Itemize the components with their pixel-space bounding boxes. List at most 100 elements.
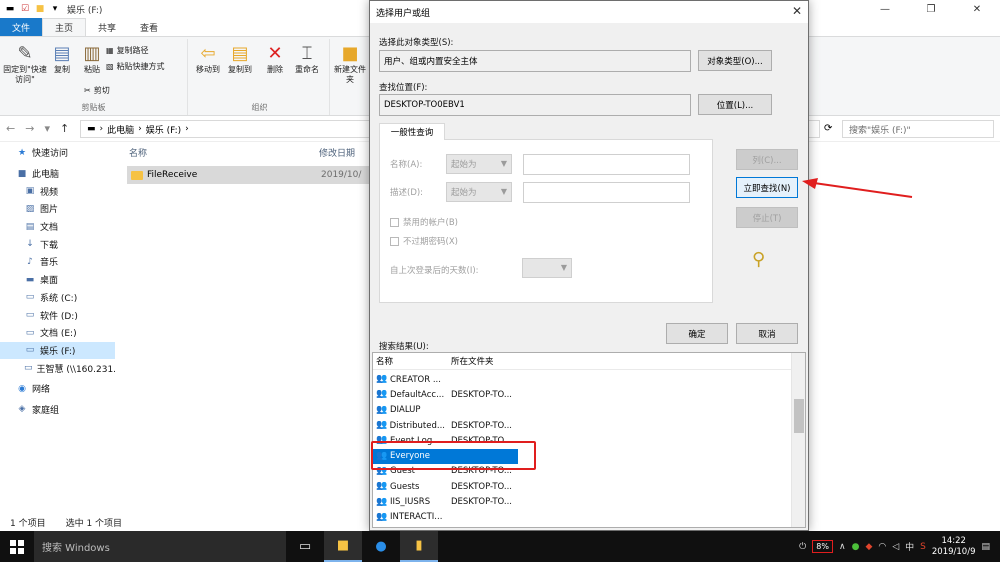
wechat-icon[interactable]: ● bbox=[852, 542, 860, 552]
find-now-button[interactable]: 立即查找(N) bbox=[736, 177, 798, 198]
sidebar-item-label: 王智慧 (\\160.231. bbox=[36, 364, 117, 375]
minimize-icon[interactable]: — bbox=[862, 0, 908, 18]
app-s-icon[interactable]: ● bbox=[362, 531, 400, 562]
name-input[interactable] bbox=[523, 154, 690, 175]
sidebar-item[interactable]: ■ 此电脑 bbox=[0, 165, 115, 183]
up-icon[interactable]: ↑ bbox=[60, 122, 69, 135]
disabled-accounts-checkbox[interactable]: 禁用的帐户(B) bbox=[390, 216, 458, 228]
tab-home[interactable]: 主页 bbox=[42, 18, 87, 36]
copy-path-button[interactable]: ▦ 复制路径 bbox=[106, 45, 149, 56]
list-item[interactable]: 👥 CREATOR ... bbox=[373, 372, 515, 387]
column-header-modified[interactable]: 修改日期 bbox=[319, 146, 355, 159]
volume-icon[interactable]: ◁ bbox=[892, 542, 899, 552]
paste-label: 粘贴 bbox=[84, 65, 100, 74]
pin-icon: ✎ bbox=[17, 43, 33, 64]
open-window-taskbar-icon[interactable]: ▮ bbox=[400, 531, 438, 562]
notifications-icon[interactable]: ▤ bbox=[981, 542, 990, 552]
paste-button[interactable]: ▥ 粘贴 bbox=[80, 43, 104, 75]
list-item[interactable]: 👥 Guests DESKTOP-TO... bbox=[373, 479, 515, 494]
plug-icon[interactable]: ⏻ bbox=[799, 542, 806, 552]
description-input[interactable] bbox=[523, 182, 690, 203]
delete-button[interactable]: ✕ 删除 bbox=[262, 43, 288, 75]
tab-file[interactable]: 文件 bbox=[0, 18, 43, 36]
sidebar-item[interactable]: ◉ 网络 bbox=[0, 380, 115, 398]
results-column-name[interactable]: 名称 bbox=[373, 355, 445, 367]
tab-share[interactable]: 共享 bbox=[86, 18, 128, 36]
recent-icon[interactable]: ▾ bbox=[44, 122, 50, 135]
folder-icon[interactable]: ■ bbox=[34, 3, 46, 15]
paste-shortcut-button[interactable]: ▧ 粘贴快捷方式 bbox=[106, 61, 165, 72]
tab-view[interactable]: 查看 bbox=[128, 18, 170, 36]
start-button[interactable] bbox=[0, 531, 34, 562]
tray-chevron-icon[interactable]: ∧ bbox=[839, 542, 846, 552]
shield-icon[interactable]: ◆ bbox=[865, 542, 872, 552]
description-condition-select[interactable]: 起始为 ▼ bbox=[446, 182, 512, 202]
cut-button[interactable]: ✂ 剪切 bbox=[84, 85, 110, 96]
sidebar-item[interactable]: ▣ 视频 bbox=[0, 182, 115, 200]
search-input[interactable]: 搜索"娱乐 (F:)" bbox=[842, 120, 994, 138]
file-explorer-taskbar-icon[interactable]: ■ bbox=[324, 531, 362, 562]
ok-button[interactable]: 确定 bbox=[666, 323, 728, 344]
stop-button[interactable]: 停止(T) bbox=[736, 207, 798, 228]
rename-button[interactable]: ⌶ 重命名 bbox=[290, 43, 324, 75]
taskbar-search[interactable]: 搜索 Windows bbox=[34, 531, 286, 562]
copy-button[interactable]: ▤ 复制 bbox=[50, 43, 74, 75]
result-name: INTERACTI... bbox=[390, 512, 443, 523]
paste-shortcut-label: 粘贴快捷方式 bbox=[116, 62, 165, 71]
task-view-icon[interactable]: ▭ bbox=[286, 531, 324, 562]
list-item[interactable]: 👥 Distributed... DESKTOP-TO... bbox=[373, 418, 515, 433]
copy-to-button[interactable]: ▤ 复制到 bbox=[224, 43, 256, 75]
sidebar-item[interactable]: ▬ 桌面 bbox=[0, 271, 115, 289]
battery-indicator[interactable]: 8% bbox=[812, 540, 833, 553]
sidebar-item[interactable]: ▭ 王智慧 (\\160.231. bbox=[0, 359, 117, 377]
breadcrumb-drive[interactable]: 娱乐 (F:) bbox=[146, 123, 181, 136]
object-types-button[interactable]: 对象类型(O)... bbox=[698, 50, 772, 71]
sidebar-item[interactable]: ▭ 娱乐 (F:) bbox=[0, 341, 115, 360]
maximize-icon[interactable]: ❐ bbox=[908, 0, 954, 18]
sidebar-item[interactable]: ◈ 家庭组 bbox=[0, 401, 115, 419]
results-scrollbar[interactable] bbox=[791, 353, 805, 527]
list-item[interactable]: 👥 IIS_IUSRS DESKTOP-TO... bbox=[373, 494, 515, 509]
breadcrumb-this-pc[interactable]: 此电脑 bbox=[107, 123, 134, 136]
sogou-icon[interactable]: S bbox=[920, 542, 926, 552]
close-icon[interactable]: ✕ bbox=[792, 4, 802, 18]
results-column-folder[interactable]: 所在文件夹 bbox=[445, 355, 494, 367]
forward-icon[interactable]: → bbox=[25, 122, 34, 135]
sidebar-item[interactable]: ★ 快速访问 bbox=[0, 144, 115, 162]
sidebar-item[interactable]: ▭ 系统 (C:) bbox=[0, 289, 115, 307]
column-header-name[interactable]: 名称 bbox=[129, 146, 147, 159]
close-icon[interactable]: ✕ bbox=[954, 0, 1000, 18]
wifi-icon[interactable]: ◠ bbox=[878, 542, 886, 552]
new-folder-button[interactable]: ■ 新建文件夹 bbox=[334, 43, 366, 85]
nav-icon: ▬ bbox=[25, 274, 35, 285]
scrollbar-thumb[interactable] bbox=[794, 399, 804, 433]
check-icon[interactable]: ☑ bbox=[19, 3, 31, 15]
list-item[interactable]: 👥 DefaultAcc... DESKTOP-TO... bbox=[373, 387, 515, 402]
days-since-logon-select[interactable]: ▼ bbox=[522, 258, 572, 278]
cancel-button[interactable]: 取消 bbox=[736, 323, 798, 344]
clock[interactable]: 14:22 2019/10/9 bbox=[932, 536, 976, 558]
chevron-down-icon: ▼ bbox=[500, 187, 507, 196]
pin-quick-access-button[interactable]: ✎ 固定到"快速访问" bbox=[2, 43, 48, 85]
locations-button[interactable]: 位置(L)... bbox=[698, 94, 772, 115]
refresh-icon[interactable]: ⟳ bbox=[824, 123, 832, 134]
sidebar-item-label: 网络 bbox=[32, 385, 51, 396]
tab-common-queries[interactable]: 一般性查询 bbox=[379, 123, 445, 140]
sidebar-item[interactable]: ♪ 音乐 bbox=[0, 253, 115, 271]
name-condition-select[interactable]: 起始为 ▼ bbox=[446, 154, 512, 174]
ime-indicator[interactable]: 中 bbox=[905, 540, 914, 553]
sidebar-item[interactable]: ▭ 文档 (E:) bbox=[0, 324, 115, 342]
search-results-list[interactable]: 名称 所在文件夹 👥 CREATOR ... 👥 DefaultAcc... DESKT… bbox=[372, 352, 806, 528]
list-item[interactable]: 👥 INTERACTI... bbox=[373, 510, 515, 525]
list-item[interactable]: 👥 DIALUP bbox=[373, 403, 515, 418]
sidebar-item[interactable]: ▨ 图片 bbox=[0, 200, 115, 218]
qa-dropdown-icon[interactable]: ▾ bbox=[49, 3, 61, 15]
sidebar-item[interactable]: ▭ 软件 (D:) bbox=[0, 306, 115, 324]
columns-button[interactable]: 列(C)... bbox=[736, 149, 798, 170]
sidebar-item[interactable]: ▤ 文档 bbox=[0, 218, 115, 236]
sidebar-item[interactable]: ↓ 下载 bbox=[0, 235, 115, 253]
move-to-button[interactable]: ⇦ 移动到 bbox=[192, 43, 224, 75]
back-icon[interactable]: ← bbox=[6, 122, 15, 135]
non-expiring-password-checkbox[interactable]: 不过期密码(X) bbox=[390, 235, 458, 247]
properties-icon[interactable]: ▬ bbox=[4, 3, 16, 15]
